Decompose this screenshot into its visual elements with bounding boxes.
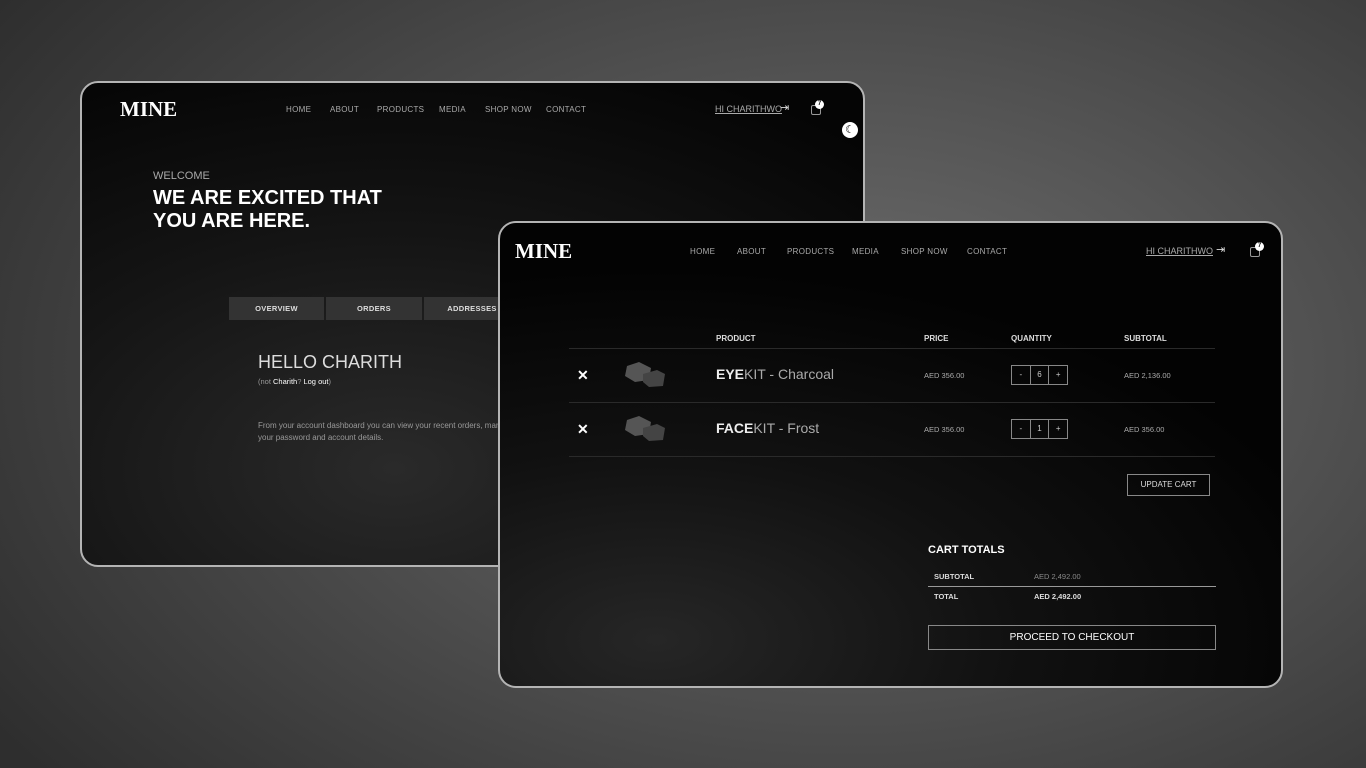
- nav-about[interactable]: ABOUT: [330, 105, 359, 114]
- product-name-rest: KIT - Frost: [753, 420, 820, 436]
- increment-button[interactable]: +: [1049, 420, 1067, 438]
- proceed-to-checkout-button[interactable]: PROCEED TO CHECKOUT: [928, 625, 1216, 650]
- nav-contact[interactable]: CONTACT: [967, 247, 1007, 256]
- nav-media[interactable]: MEDIA: [439, 105, 466, 114]
- item-subtotal: AED 2,136.00: [1124, 371, 1171, 380]
- product-name[interactable]: FACEKIT - Frost: [716, 420, 819, 436]
- user-greeting-link[interactable]: HI CHARITHWO: [715, 104, 782, 114]
- decrement-button[interactable]: -: [1012, 420, 1031, 438]
- logo[interactable]: MINE: [515, 239, 572, 264]
- update-cart-button[interactable]: UPDATE CART: [1127, 474, 1210, 496]
- item-price: AED 356.00: [924, 371, 965, 380]
- quantity-input[interactable]: 6: [1031, 366, 1050, 384]
- remove-item-button[interactable]: ✕: [577, 421, 589, 438]
- divider: [569, 402, 1215, 403]
- cart-count-badge: 7: [1255, 242, 1264, 251]
- subtotal-value: AED 2,492.00: [1034, 572, 1081, 581]
- cart-count-badge: 7: [815, 100, 824, 109]
- quantity-stepper[interactable]: -6 +: [1011, 365, 1068, 385]
- not-suffix: ): [328, 377, 332, 386]
- product-name[interactable]: EYEKIT - Charcoal: [716, 366, 834, 382]
- cart-totals-title: CART TOTALS: [928, 544, 1005, 556]
- headline-line-1: WE ARE EXCITED THAT: [153, 187, 382, 209]
- logo[interactable]: MINE: [120, 97, 177, 122]
- product-name-bold: EYE: [716, 366, 745, 382]
- increment-button[interactable]: +: [1049, 366, 1067, 384]
- header-product: PRODUCT: [716, 334, 756, 343]
- total-label: TOTAL: [934, 592, 959, 601]
- description-line-2: your password and account details.: [258, 433, 384, 442]
- page-title: WE ARE EXCITED THAT YOU ARE HERE.: [153, 187, 382, 233]
- quantity-input[interactable]: 1: [1031, 420, 1050, 438]
- dashboard-description: From your account dashboard you can view…: [258, 420, 505, 444]
- hello-heading: HELLO CHARITH: [258, 352, 403, 372]
- quantity-stepper[interactable]: -1 +: [1011, 419, 1068, 439]
- nav-shop-now[interactable]: SHOP NOW: [901, 247, 948, 256]
- not-prefix: (not: [258, 377, 274, 386]
- nav-home[interactable]: HOME: [690, 247, 715, 256]
- logout-icon[interactable]: ⇥: [780, 101, 789, 114]
- remove-item-button[interactable]: ✕: [577, 367, 589, 384]
- headline-line-2: YOU ARE HERE.: [153, 210, 311, 232]
- header-price: PRICE: [924, 334, 949, 343]
- nav-shop-now[interactable]: SHOP NOW: [485, 105, 532, 114]
- header-quantity: QUANTITY: [1011, 334, 1052, 343]
- user-greeting-link[interactable]: HI CHARITHWO: [1146, 246, 1213, 256]
- header-subtotal: SUBTOTAL: [1124, 334, 1167, 343]
- tab-overview[interactable]: OVERVIEW: [229, 297, 324, 320]
- product-name-rest: KIT - Charcoal: [744, 366, 835, 382]
- nav-about[interactable]: ABOUT: [737, 247, 766, 256]
- divider: [569, 348, 1215, 349]
- nav-contact[interactable]: CONTACT: [546, 105, 586, 114]
- product-name-bold: FACE: [716, 420, 754, 436]
- item-subtotal: AED 356.00: [1124, 425, 1165, 434]
- nav-products[interactable]: PRODUCTS: [377, 105, 424, 114]
- product-thumbnail[interactable]: [623, 360, 667, 388]
- nav-media[interactable]: MEDIA: [852, 247, 879, 256]
- divider: [569, 456, 1215, 457]
- nav-products[interactable]: PRODUCTS: [787, 247, 834, 256]
- welcome-label: WELCOME: [153, 170, 210, 182]
- product-thumbnail[interactable]: [623, 414, 667, 442]
- not-you-text: (not Charith? Log out): [258, 377, 331, 386]
- total-value: AED 2,492.00: [1034, 592, 1082, 601]
- decrement-button[interactable]: -: [1012, 366, 1031, 384]
- tab-orders[interactable]: ORDERS: [326, 297, 422, 320]
- item-price: AED 356.00: [924, 425, 965, 434]
- user-name: Charith: [273, 377, 298, 386]
- description-line-1: From your account dashboard you can view…: [258, 421, 505, 430]
- logout-link[interactable]: Log out: [303, 377, 328, 386]
- divider: [928, 586, 1216, 587]
- nav-home[interactable]: HOME: [286, 105, 311, 114]
- logout-icon[interactable]: ⇥: [1216, 243, 1225, 256]
- cart-window: MINE HOME ABOUT PRODUCTS MEDIA SHOP NOW …: [498, 221, 1283, 688]
- dark-mode-toggle-icon[interactable]: ☾: [842, 122, 858, 138]
- subtotal-label: SUBTOTAL: [934, 572, 975, 581]
